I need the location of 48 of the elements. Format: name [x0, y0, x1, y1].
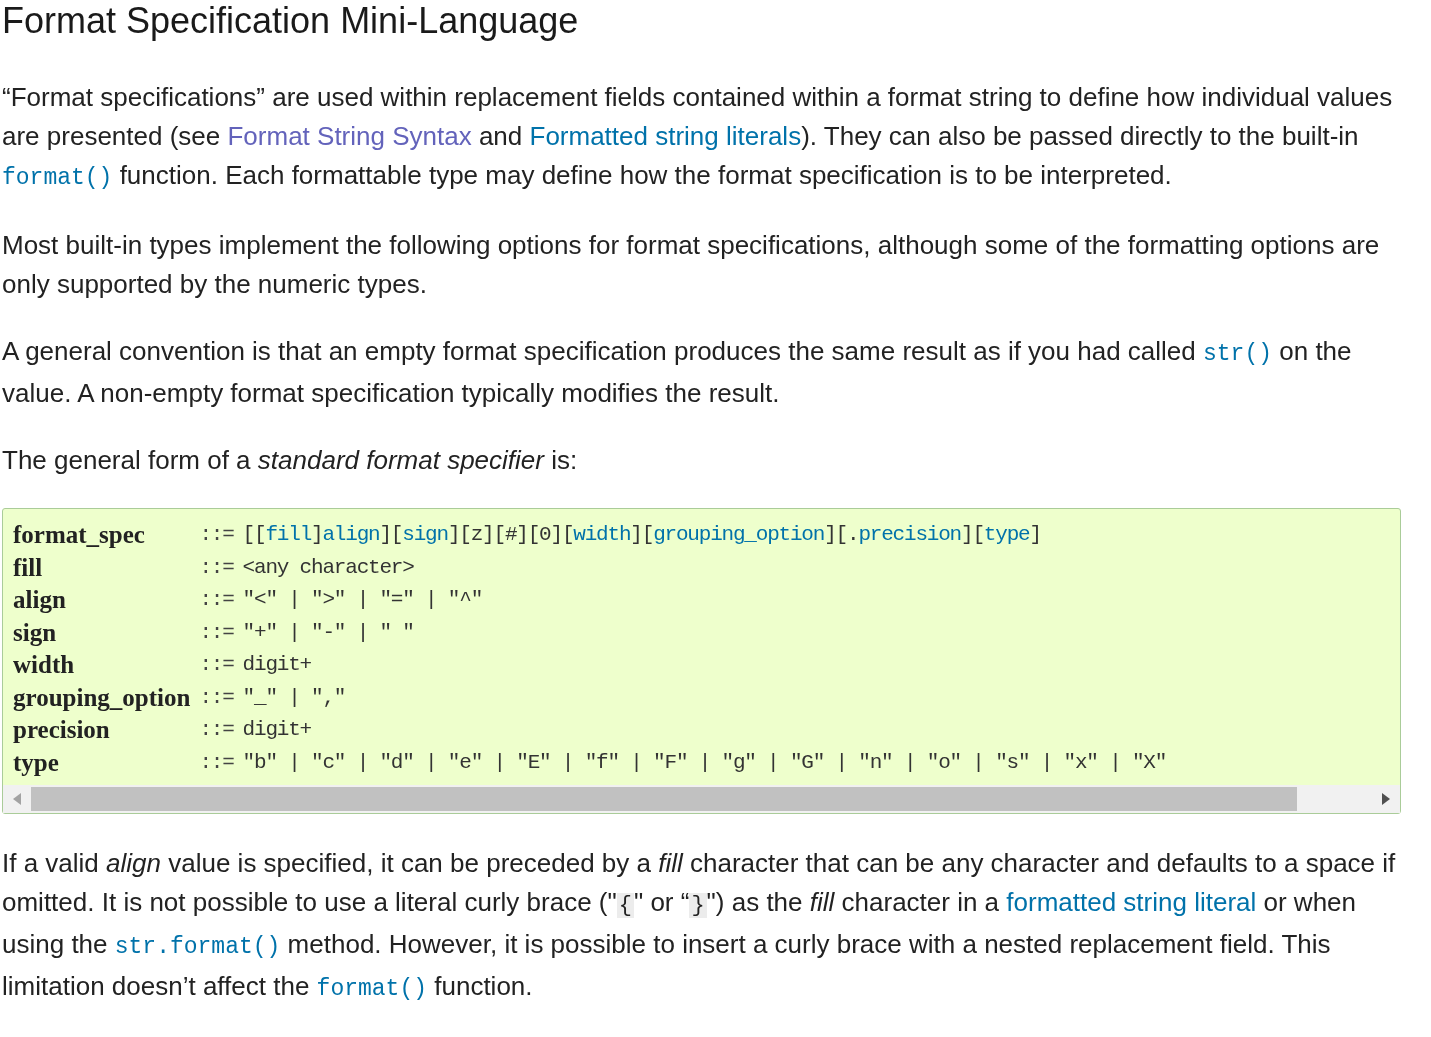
grammar-definition: "b" | "c" | "d" | "e" | "E" | "f" | "F" | "g" | "G" | "n" | "o" | "s" | "x" | "X"	[242, 749, 1168, 776]
paragraph: The general form of a standard format specifier is:	[2, 444, 579, 477]
grammar-definition: [[fill]align][sign][z][#][0][width][grouping_option][.precision][type]	[242, 522, 1042, 548]
grammar-term: width	[13, 650, 76, 680]
term-link[interactable]: type	[983, 523, 1030, 546]
grammar-term: format_spec	[13, 520, 146, 550]
code-link[interactable]: format()	[316, 976, 427, 1002]
code-link[interactable]: str.format()	[114, 934, 281, 960]
paragraph: “Format specifications” are used within replacement fields contained within a format string to define how individual values are presented (see Format String Syntax and Formatted string literals). They can also be passed directly to the built-in format() function. Each formattable type may define how the format specification is to be interpreted.	[2, 81, 1394, 193]
code-link[interactable]: format()	[2, 165, 113, 191]
link[interactable]: Format String Syntax	[227, 121, 472, 151]
horizontal-scrollbar[interactable]	[3, 785, 1400, 813]
grammar-definition: "<" | ">" | "=" | "^"	[242, 587, 484, 613]
term-link[interactable]: width	[573, 523, 631, 546]
term-link[interactable]: precision	[858, 523, 961, 546]
grammar-term: align	[13, 585, 67, 615]
code-link[interactable]: str()	[1203, 341, 1273, 367]
inline-code: {	[616, 893, 634, 918]
term-link[interactable]: fill	[265, 523, 312, 546]
definition-operator: ::=	[199, 684, 234, 711]
paragraph: If a valid align value is specified, it can be preceded by a fill character that can be any character and defaults to a space if omitted. It is not possible to use a literal curly brace ("{" or “}") as the fill character in a formatted string literal or when using the str.format() method. However, it is possible to insert a curly brace with a nested replacement field. This limitation doesn’t affect the format() function.	[2, 847, 1397, 1004]
definition-operator: ::=	[199, 717, 234, 743]
term-link[interactable]: align	[322, 523, 380, 546]
definition-operator: ::=	[199, 619, 234, 646]
grammar-term: sign	[13, 617, 58, 648]
definition-operator: ::=	[199, 749, 234, 776]
grammar-term: type	[13, 747, 60, 778]
definition-operator: ::=	[199, 652, 234, 678]
page-heading: Format Specification Mini-Language	[2, 0, 580, 42]
grammar-definition: <any character>	[242, 554, 415, 581]
definition-operator: ::=	[199, 587, 234, 613]
link[interactable]: Formatted string literals	[529, 121, 802, 151]
grammar-term: grouping_option	[13, 682, 191, 713]
grammar-definition: digit+	[242, 717, 313, 743]
definition-operator: ::=	[199, 554, 234, 581]
grammar-term: precision	[13, 715, 111, 745]
grammar-definition: "_" | ","	[242, 684, 347, 711]
inline-code: }	[689, 893, 707, 918]
grammar-definition: "+" | "-" | " "	[242, 619, 415, 646]
definition-operator: ::=	[199, 522, 234, 548]
scrollbar-thumb[interactable]	[31, 787, 1297, 811]
paragraph: Most built-in types implement the following options for format specifications, although some of the formatting options are only supported by the numeric types.	[2, 229, 1381, 301]
paragraph: A general convention is that an empty format specification produces the same result as if you had called str() on the value. A non-empty format specification typically modifies the result.	[2, 335, 1353, 410]
grammar-term: fill	[13, 552, 44, 583]
term-link[interactable]: sign	[402, 523, 448, 546]
link[interactable]: formatted string literal	[1006, 887, 1257, 917]
term-link[interactable]: grouping_option	[653, 523, 825, 546]
grammar-definition: digit+	[242, 652, 313, 678]
